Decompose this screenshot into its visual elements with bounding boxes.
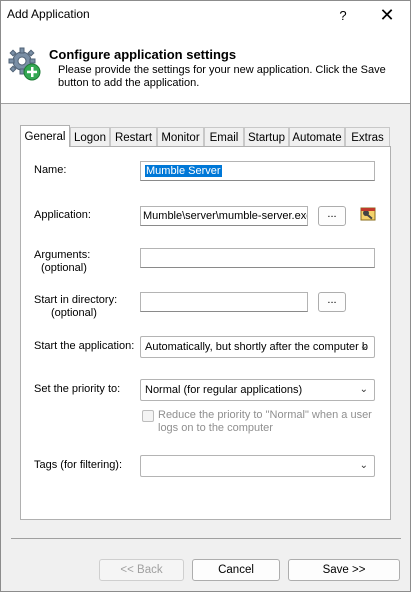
add-application-dialog: Add Application ? ✕ Configure applicatio… — [0, 0, 411, 592]
banner-description: Please provide the settings for your new… — [58, 64, 386, 89]
start-application-label: Start the application: — [34, 340, 135, 352]
tags-label: Tags (for filtering): — [34, 459, 123, 471]
priority-value: Normal (for regular applications) — [145, 384, 303, 396]
banner-title: Configure application settings — [49, 47, 237, 62]
reduce-priority-checkbox[interactable] — [142, 410, 154, 422]
general-tab-panel: Name: Mumble Server Application: Mumble\… — [20, 146, 391, 520]
arguments-input[interactable] — [140, 248, 375, 268]
priority-label: Set the priority to: — [34, 383, 121, 395]
tab-general[interactable]: General — [20, 125, 70, 147]
chevron-down-icon: ⌄ — [359, 341, 368, 352]
start-application-select[interactable]: Automatically, but shortly after the com… — [140, 336, 375, 358]
save-button[interactable]: Save >> — [288, 559, 400, 581]
arguments-label: Arguments: — [34, 249, 91, 261]
application-input[interactable]: Mumble\server\mumble-server.exe — [140, 206, 308, 226]
tab-automate[interactable]: Automate — [289, 127, 345, 147]
tags-select[interactable]: ⌄ — [140, 455, 375, 477]
name-input-value: Mumble Server — [145, 165, 222, 177]
tab-extras[interactable]: Extras — [345, 127, 390, 147]
footer-separator — [11, 538, 401, 539]
start-application-value: Automatically, but shortly after the com… — [145, 341, 368, 353]
name-label: Name: — [34, 164, 67, 176]
tab-email[interactable]: Email — [204, 127, 244, 147]
application-browse-button[interactable]: ... — [318, 206, 346, 226]
find-process-icon[interactable] — [359, 205, 377, 223]
chevron-down-icon: ⌄ — [359, 460, 368, 471]
name-input[interactable]: Mumble Server — [140, 161, 375, 181]
back-button[interactable]: << Back — [99, 559, 184, 581]
close-icon[interactable]: ✕ — [367, 1, 407, 29]
cancel-button[interactable]: Cancel — [192, 559, 280, 581]
chevron-down-icon: ⌄ — [359, 384, 368, 395]
help-icon[interactable]: ? — [323, 1, 363, 29]
reduce-priority-label: Reduce the priority to "Normal" when a u… — [158, 409, 372, 434]
start-directory-input[interactable] — [140, 292, 308, 312]
window-title: Add Application — [7, 7, 90, 21]
header-banner: Configure application settings Please pr… — [1, 29, 410, 104]
application-label: Application: — [34, 209, 91, 221]
tab-restart[interactable]: Restart — [110, 127, 157, 147]
gear-add-icon — [8, 47, 41, 81]
start-directory-label: Start in directory: — [34, 294, 118, 306]
start-directory-optional-label: (optional) — [51, 307, 97, 319]
tab-monitor[interactable]: Monitor — [157, 127, 204, 147]
tab-startup[interactable]: Startup — [244, 127, 289, 147]
arguments-optional-label: (optional) — [41, 262, 87, 274]
tab-logon[interactable]: Logon — [70, 127, 110, 147]
title-bar: Add Application ? ✕ — [1, 1, 410, 29]
priority-select[interactable]: Normal (for regular applications) ⌄ — [140, 379, 375, 401]
start-directory-browse-button[interactable]: ... — [318, 292, 346, 312]
